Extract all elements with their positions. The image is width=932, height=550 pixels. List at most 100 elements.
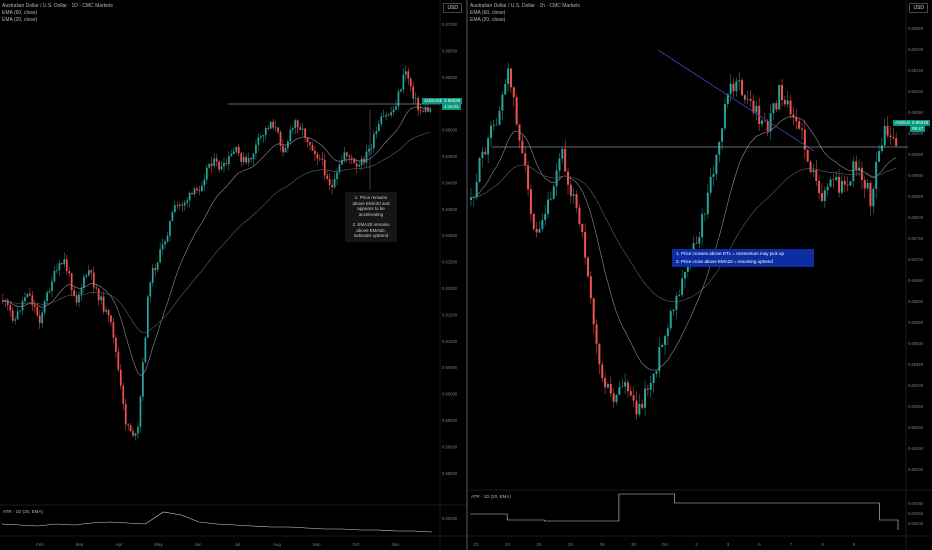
candle-body [41, 312, 44, 324]
candle-body [331, 184, 333, 188]
candle-body [404, 71, 407, 75]
candle-body [507, 68, 510, 85]
candle-body [569, 184, 572, 196]
candle-body [274, 127, 277, 129]
right-title[interactable]: Australian Dollar / U.S. Dollar · 1h · C… [470, 3, 580, 10]
left-chart-pane[interactable]: 0.670000.665000.660000.655000.650000.645… [0, 0, 466, 550]
right-atr-label[interactable]: ATR · 1D (20, EMA) [471, 494, 511, 499]
candle-body [343, 152, 346, 160]
left-ema-slow[interactable]: EMA (60, close) [2, 10, 113, 17]
candle-body [65, 259, 68, 271]
candle-body [487, 138, 490, 155]
candle-body [641, 403, 644, 408]
right-currency-button[interactable]: USD [909, 3, 928, 13]
candle-body [414, 98, 417, 99]
candle-body [225, 162, 228, 164]
price-tick-label: 0.63000 [442, 233, 458, 238]
atr-tick-label: 0.00480 [908, 501, 924, 506]
price-tick-label: 0.66100 [908, 89, 924, 94]
candle-body [260, 136, 262, 138]
candle-body [812, 170, 815, 172]
left-annotation[interactable]: 1. Price remains above EMA20 and appears… [345, 192, 397, 242]
candle-body [709, 176, 712, 193]
price-tick-label: 0.65950 [908, 152, 924, 157]
time-tick-label: Sep [312, 542, 321, 547]
candle-body [738, 80, 741, 82]
right-chart-canvas[interactable]: 0.662500.662000.661500.661000.660500.660… [468, 0, 932, 550]
left-atr-label[interactable]: ATR · 1D (20, EMA) [3, 509, 43, 514]
price-tick-label: 0.65350 [908, 404, 924, 409]
left-chart-canvas[interactable]: 0.670000.665000.660000.655000.650000.645… [0, 0, 466, 550]
candle-body [612, 393, 615, 402]
candle-body [886, 125, 889, 136]
candle-body [51, 281, 53, 291]
left-ema-fast[interactable]: EMA (20, close) [2, 17, 113, 24]
candle-body [786, 100, 789, 105]
candle-body [213, 158, 216, 166]
candle-body [296, 120, 299, 128]
price-tick-label: 0.65700 [908, 257, 924, 262]
candle-body [723, 103, 726, 129]
right-ema-fast[interactable]: EMA (20, close) [470, 17, 580, 24]
left-currency-button[interactable]: USD [443, 3, 462, 13]
candle-body [257, 137, 260, 145]
candle-body [228, 156, 230, 164]
candle-body [368, 149, 370, 152]
right-price-countdown: 08:47 [910, 126, 926, 132]
candle-body [649, 382, 652, 390]
price-tick-label: 0.65400 [908, 383, 924, 388]
candle-body [323, 159, 326, 176]
candle-body [729, 83, 732, 94]
candle-body [220, 166, 223, 170]
candle-body [392, 109, 395, 113]
price-tick-label: 0.65500 [908, 341, 924, 346]
candle-body [567, 171, 570, 185]
candle-body [210, 163, 213, 166]
candle-body [188, 192, 191, 201]
candle-body [615, 394, 618, 402]
time-tick-label: 30 [631, 542, 637, 547]
time-tick-label: May [154, 542, 163, 547]
time-tick-label: Feb [36, 542, 44, 547]
ema-slow-line [471, 164, 897, 302]
candle-body [38, 315, 41, 324]
left-title[interactable]: Australian Dollar / U.S. Dollar · 1D · C… [2, 3, 113, 10]
right-chart-pane[interactable]: 0.66250 0.66200 0.66150 0.66100 0.66050 0.660… [468, 0, 932, 550]
time-tick-label: 2 [695, 542, 698, 547]
candle-body [134, 433, 137, 436]
price-axis [440, 0, 466, 550]
candle-body [348, 155, 351, 158]
candle-body [129, 425, 132, 432]
candle-body [746, 99, 749, 100]
candle-body [552, 186, 555, 199]
candle-body [581, 223, 584, 233]
candle-body [832, 179, 835, 181]
candle-body [56, 270, 58, 271]
price-tick-label: 0.65900 [908, 173, 924, 178]
candle-body [712, 173, 715, 177]
right-ema-slow[interactable]: EMA (60, close) [470, 10, 580, 17]
candle-body [678, 294, 681, 296]
candle-body [532, 213, 535, 229]
candle-body [314, 150, 316, 155]
time-tick-label: 29 [599, 542, 605, 547]
right-annotation-box[interactable]: 1. Price crosses above DTL = momentum ma… [672, 249, 814, 267]
candle-body [132, 431, 134, 436]
candle-body [743, 95, 746, 100]
time-tick-label: Mar [76, 542, 84, 547]
atr-line [470, 493, 899, 530]
time-tick-label: Oct [661, 542, 669, 547]
candle-body [380, 116, 383, 124]
candle-body [19, 310, 21, 312]
candle-body [478, 158, 481, 182]
candle-body [820, 193, 823, 201]
candle-body [161, 244, 164, 250]
candle-body [85, 275, 88, 277]
candle-body [672, 309, 675, 312]
candle-body [800, 128, 803, 130]
candle-body [205, 167, 208, 180]
price-tick-label: 0.65450 [908, 362, 924, 367]
candle-body [761, 120, 764, 125]
candle-body [470, 197, 472, 200]
candle-body [318, 158, 321, 160]
